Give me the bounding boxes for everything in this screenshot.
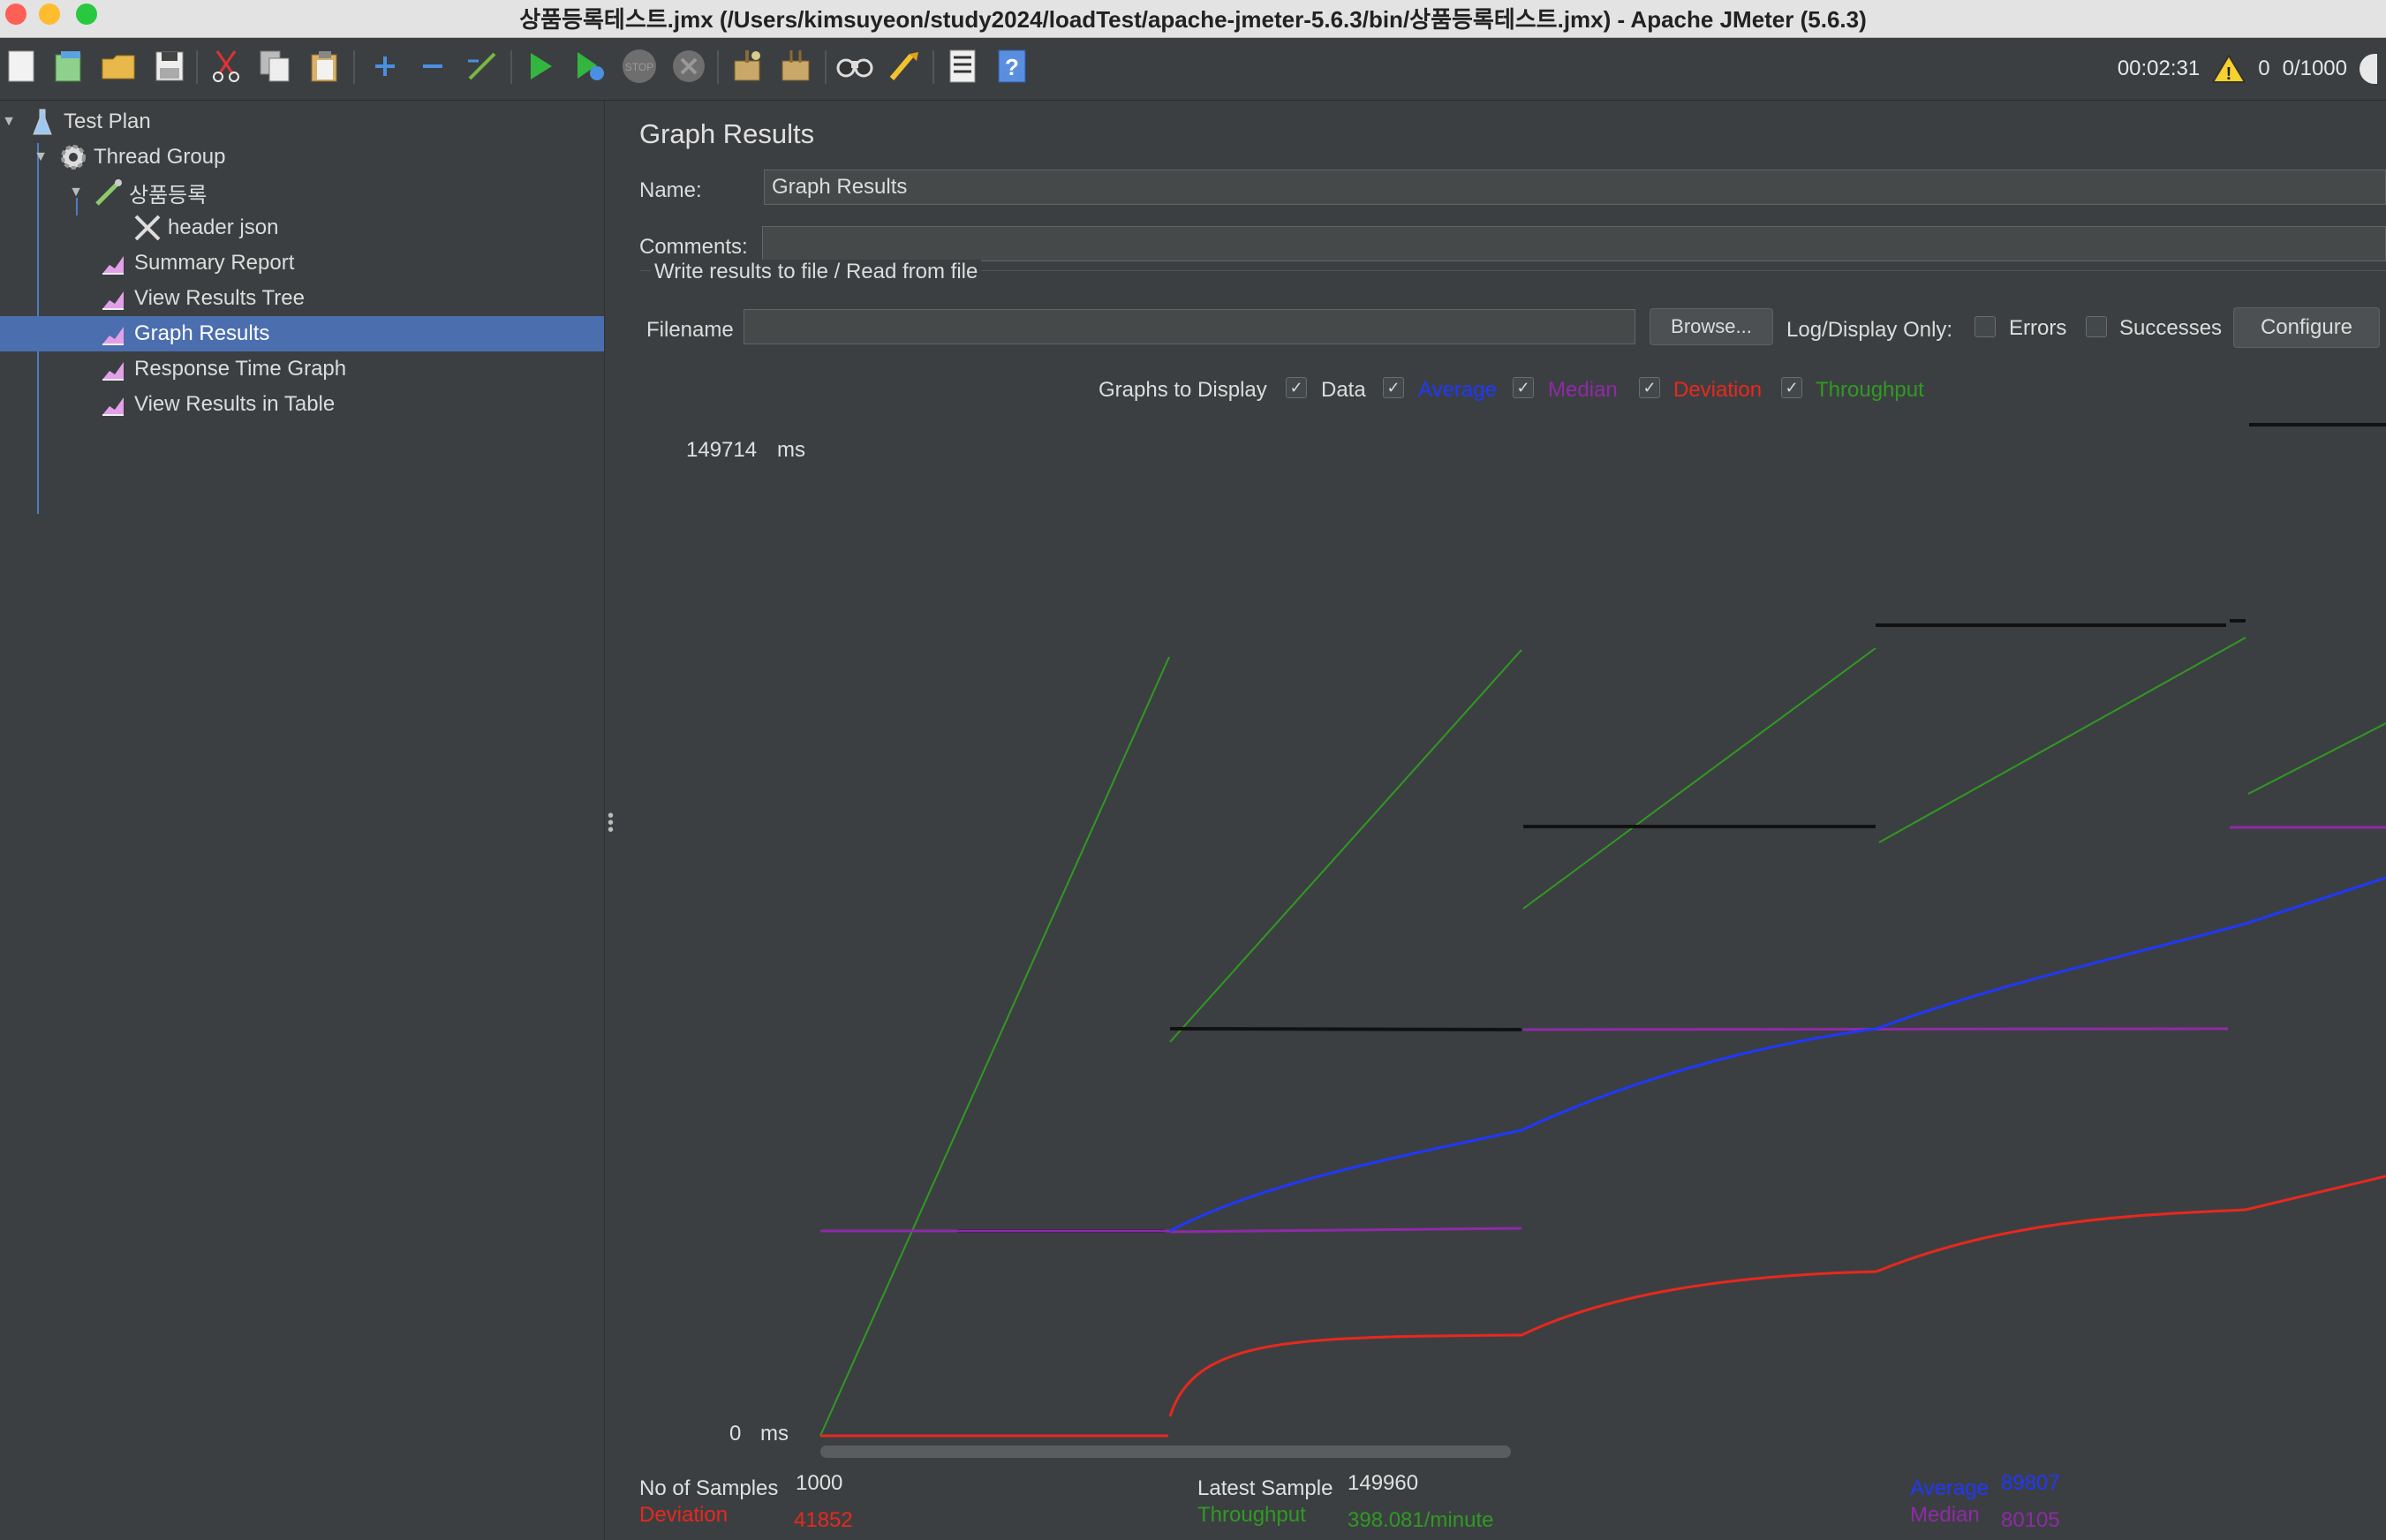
tree-item-label: Response Time Graph — [134, 357, 347, 381]
throughput-line-segment — [1169, 649, 1522, 1043]
average-label: Average — [1910, 1476, 1989, 1500]
elapsed-time: 00:02:31 — [2117, 57, 2201, 80]
shutdown-icon[interactable] — [669, 47, 708, 86]
expand-arrow-icon[interactable]: ▼ — [0, 114, 18, 130]
tree-item-label: View Results Tree — [134, 286, 305, 310]
average-value: 89807 — [2001, 1471, 2060, 1495]
function-helper-icon[interactable] — [943, 47, 982, 86]
toggle-icon[interactable] — [463, 47, 502, 86]
tree-item-view-results-tree[interactable]: View Results Tree — [0, 281, 703, 316]
tree-item-thread-group[interactable]: ▼ Thread Group — [0, 140, 636, 175]
throughput-series — [819, 637, 2386, 1437]
help-icon[interactable]: ? — [993, 47, 1031, 86]
tree-item-label: 상품등록 — [129, 183, 208, 208]
save-icon[interactable] — [150, 47, 189, 86]
toolbar: STOP ? 00:02:31 ! 0 0/1000 — [0, 38, 2386, 101]
warning-icon[interactable]: ! — [2212, 54, 2246, 84]
active-threads: 0/1000 — [2282, 57, 2347, 80]
throughput-line-segment — [819, 656, 1170, 1437]
data-line-segment — [1169, 1027, 1522, 1031]
data-series — [957, 423, 2386, 1233]
cut-icon[interactable] — [207, 47, 245, 86]
average-line — [1169, 876, 2386, 1233]
pipette-icon — [94, 178, 122, 207]
graph-icon — [99, 284, 127, 313]
window-title: 상품등록테스트.jmx (/Users/kimsuyeon/study2024/… — [519, 6, 1867, 33]
tree-item-view-results-table[interactable]: View Results in Table — [0, 387, 703, 422]
deviation-series — [820, 1174, 2386, 1438]
tree-item-test-plan[interactable]: ▼ Test Plan — [0, 104, 604, 140]
reset-search-icon[interactable] — [885, 47, 924, 86]
remote-status-icon — [2360, 54, 2377, 84]
expand-arrow-icon[interactable]: ▼ — [32, 149, 49, 165]
y-min-unit: ms — [760, 1422, 789, 1446]
expand-arrow-icon[interactable]: ▼ — [67, 185, 85, 200]
deviation-label: Deviation — [639, 1503, 729, 1527]
tree-item-label: Test Plan — [64, 109, 151, 133]
test-plan-tree: ▼ Test Plan ▼ Thread Group ▼ 상품등록 header… — [0, 101, 703, 1540]
latest-sample-value: 149960 — [1348, 1471, 1419, 1495]
gear-icon — [58, 143, 87, 171]
svg-text:!: ! — [2226, 64, 2232, 84]
collapse-icon[interactable] — [413, 47, 452, 86]
deviation-line-curve — [1168, 1174, 2386, 1417]
y-min-label: 0 — [729, 1422, 741, 1446]
latest-sample-label: Latest Sample — [1197, 1476, 1333, 1500]
throughput-line-segment — [1878, 637, 2246, 843]
start-no-pause-icon[interactable] — [570, 47, 609, 86]
throughput-line-segment — [1522, 647, 1876, 910]
graph-icon — [99, 249, 127, 277]
y-axis-labels: 149714 ms 0 ms — [686, 438, 805, 1446]
tree-item-label: header json — [168, 215, 279, 239]
tree-item-response-time-graph[interactable]: Response Time Graph — [0, 351, 703, 387]
new-icon[interactable] — [2, 47, 41, 86]
samples-label: No of Samples — [639, 1476, 779, 1500]
svg-text:?: ? — [1005, 54, 1019, 80]
tree-item-label: Summary Report — [134, 251, 295, 275]
run-status: 00:02:31 ! 0 0/1000 — [2118, 38, 2386, 100]
graph-scrollbar[interactable] — [820, 1446, 1511, 1458]
median-label: Median — [1910, 1503, 1980, 1527]
graph-results-panel: Graph Results Name: Graph Results Commen… — [621, 101, 2386, 1540]
copy-icon[interactable] — [256, 47, 295, 86]
throughput-value: 398.081/minute — [1348, 1508, 1494, 1532]
title-bar: 상품등록테스트.jmx (/Users/kimsuyeon/study2024/… — [0, 0, 2386, 38]
flask-icon — [28, 108, 57, 136]
graph-icon — [99, 320, 127, 348]
graph-icon — [99, 355, 127, 383]
tree-item-http-request[interactable]: ▼ 상품등록 — [0, 175, 671, 210]
tree-item-summary-report[interactable]: Summary Report — [0, 245, 703, 281]
median-series — [820, 826, 2386, 1234]
graph-icon — [99, 390, 127, 419]
throughput-line-segment — [2247, 722, 2386, 795]
median-value: 80105 — [2001, 1508, 2060, 1532]
open-icon[interactable] — [99, 47, 138, 86]
expand-icon[interactable] — [366, 47, 404, 86]
search-icon[interactable] — [835, 47, 874, 86]
paste-icon[interactable] — [306, 47, 344, 86]
y-max-unit: ms — [777, 438, 805, 462]
tree-item-label: Graph Results — [134, 321, 270, 345]
templates-icon[interactable] — [49, 47, 88, 86]
tree-item-label: Thread Group — [94, 145, 226, 169]
clear-icon[interactable] — [728, 47, 766, 86]
start-icon[interactable] — [521, 47, 560, 86]
y-max-label: 149714 — [686, 438, 757, 462]
deviation-value: 41852 — [794, 1508, 853, 1532]
clear-all-icon[interactable] — [777, 47, 816, 86]
divider-grip-icon[interactable]: • • • — [608, 807, 616, 839]
results-graph: 149714 ms 0 ms — [686, 423, 2386, 1458]
throughput-label: Throughput — [1197, 1503, 1306, 1527]
wrench-icon — [132, 214, 161, 242]
warning-count: 0 — [2258, 57, 2270, 80]
tree-item-label: View Results in Table — [134, 392, 336, 416]
samples-value: 1000 — [796, 1471, 843, 1495]
stop-icon[interactable]: STOP — [620, 47, 659, 86]
tree-item-graph-results[interactable]: Graph Results — [0, 316, 703, 351]
svg-text:STOP: STOP — [625, 61, 653, 73]
average-series — [1169, 876, 2386, 1233]
median-line-segment — [1169, 1227, 1522, 1234]
